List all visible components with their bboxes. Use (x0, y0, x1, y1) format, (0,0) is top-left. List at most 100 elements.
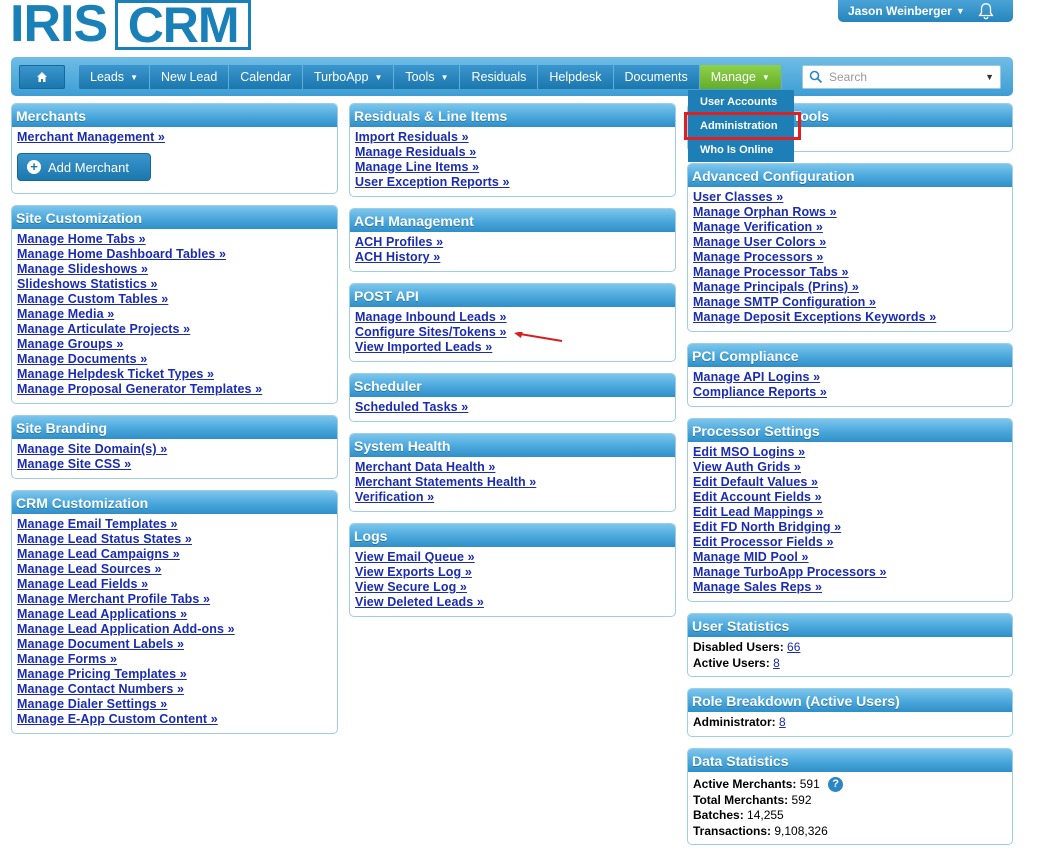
link-manage-smtp-configuration[interactable]: Manage SMTP Configuration » (693, 295, 1007, 310)
link-view-deleted-leads[interactable]: View Deleted Leads » (355, 595, 670, 610)
link-list: User Classes » Manage Orphan Rows » Manage… (688, 187, 1012, 325)
link-manage-processor-tabs[interactable]: Manage Processor Tabs » (693, 265, 1007, 280)
link-manage-site-css[interactable]: Manage Site CSS » (17, 457, 332, 472)
link-manage-pricing-templates[interactable]: Manage Pricing Templates » (17, 667, 332, 682)
nav-item-label: Manage (710, 70, 756, 84)
link-manage-merchant-profile-tabs[interactable]: Manage Merchant Profile Tabs » (17, 592, 332, 607)
link-manage-custom-tables[interactable]: Manage Custom Tables » (17, 292, 332, 307)
link-manage-turboapp-processors[interactable]: Manage TurboApp Processors » (693, 565, 1007, 580)
link-view-email-queue[interactable]: View Email Queue » (355, 550, 670, 565)
panel-crm-customization: CRM Customization Manage Email Templates… (11, 490, 338, 734)
active-users-link[interactable]: 8 (773, 656, 780, 670)
home-icon (37, 72, 47, 82)
nav-item-label: Documents (624, 70, 688, 84)
link-manage-articulate-projects[interactable]: Manage Articulate Projects » (17, 322, 332, 337)
link-manage-home-tabs[interactable]: Manage Home Tabs » (17, 232, 332, 247)
nav-item-documents[interactable]: Documents (613, 65, 700, 89)
link-manage-slideshows[interactable]: Manage Slideshows » (17, 262, 332, 277)
link-edit-account-fields[interactable]: Edit Account Fields » (693, 490, 1007, 505)
link-view-secure-log[interactable]: View Secure Log » (355, 580, 670, 595)
search-input[interactable]: Search ▼ (802, 65, 1001, 89)
link-manage-lead-campaigns[interactable]: Manage Lead Campaigns » (17, 547, 332, 562)
panel-pci-compliance: PCI Compliance Manage API Logins » Compli… (687, 343, 1013, 407)
link-manage-e-app-custom-content[interactable]: Manage E-App Custom Content » (17, 712, 332, 727)
nav-item-calendar[interactable]: Calendar (229, 65, 304, 89)
link-manage-inbound-leads[interactable]: Manage Inbound Leads » (355, 310, 670, 325)
nav-item-residuals[interactable]: Residuals (460, 65, 539, 89)
nav-item-new-lead[interactable]: New Lead (149, 65, 230, 89)
link-manage-helpdesk-ticket-types[interactable]: Manage Helpdesk Ticket Types » (17, 367, 332, 382)
link-manage-lead-fields[interactable]: Manage Lead Fields » (17, 577, 332, 592)
link-list: Manage Email Templates » Manage Lead Stat… (12, 514, 337, 727)
nav-item-manage[interactable]: Manage ▼ (699, 65, 782, 89)
disabled-users-link[interactable]: 66 (787, 640, 800, 654)
link-manage-orphan-rows[interactable]: Manage Orphan Rows » (693, 205, 1007, 220)
link-scheduled-tasks[interactable]: Scheduled Tasks » (355, 400, 670, 415)
link-import-residuals[interactable]: Import Residuals » (355, 130, 670, 145)
help-icon[interactable]: ? (828, 777, 844, 793)
link-merchant-management[interactable]: Merchant Management » (17, 130, 332, 145)
link-manage-document-labels[interactable]: Manage Document Labels » (17, 637, 332, 652)
link-view-auth-grids[interactable]: View Auth Grids » (693, 460, 1007, 475)
link-ach-history[interactable]: ACH History » (355, 250, 670, 265)
link-edit-processor-fields[interactable]: Edit Processor Fields » (693, 535, 1007, 550)
add-merchant-button[interactable]: + Add Merchant (17, 153, 151, 181)
link-manage-documents[interactable]: Manage Documents » (17, 352, 332, 367)
panel-title: Data Statistics (688, 749, 1012, 772)
link-edit-fd-north-bridging[interactable]: Edit FD North Bridging » (693, 520, 1007, 535)
link-manage-verification[interactable]: Manage Verification » (693, 220, 1007, 235)
link-manage-email-templates[interactable]: Manage Email Templates » (17, 517, 332, 532)
nav-item-turboapp[interactable]: TurboApp ▼ (303, 65, 395, 89)
nav-item-label: New Lead (160, 70, 218, 84)
panel-merchants: Merchants Merchant Management » + Add Me… (11, 103, 338, 194)
bell-icon[interactable] (977, 2, 995, 20)
link-manage-contact-numbers[interactable]: Manage Contact Numbers » (17, 682, 332, 697)
link-manage-proposal-generator-templates[interactable]: Manage Proposal Generator Templates » (17, 382, 332, 397)
link-merchant-data-health[interactable]: Merchant Data Health » (355, 460, 670, 475)
link-manage-mid-pool[interactable]: Manage MID Pool » (693, 550, 1007, 565)
link-manage-media[interactable]: Manage Media » (17, 307, 332, 322)
menu-item-user-accounts[interactable]: User Accounts (688, 90, 794, 114)
menu-item-who-is-online[interactable]: Who Is Online (688, 138, 794, 162)
stat-value: 592 (791, 792, 812, 807)
chevron-down-icon[interactable]: ▼ (985, 72, 994, 82)
stat-transactions: Transactions: 9,108,326 (693, 824, 1007, 840)
link-edit-default-values[interactable]: Edit Default Values » (693, 475, 1007, 490)
link-manage-lead-status-states[interactable]: Manage Lead Status States » (17, 532, 332, 547)
link-manage-forms[interactable]: Manage Forms » (17, 652, 332, 667)
stat-disabled-users: Disabled Users: 66 (693, 640, 1007, 656)
link-manage-lead-application-add-ons[interactable]: Manage Lead Application Add-ons » (17, 622, 332, 637)
link-manage-sales-reps[interactable]: Manage Sales Reps » (693, 580, 1007, 595)
user-menu[interactable]: Jason Weinberger ▼ (838, 0, 1013, 22)
home-button[interactable] (19, 65, 65, 89)
panel-title: CRM Customization (12, 491, 337, 514)
link-manage-processors[interactable]: Manage Processors » (693, 250, 1007, 265)
link-user-classes[interactable]: User Classes » (693, 190, 1007, 205)
administrator-count-link[interactable]: 8 (779, 715, 786, 729)
nav-item-leads[interactable]: Leads ▼ (79, 65, 150, 89)
link-verification[interactable]: Verification » (355, 490, 670, 505)
link-edit-mso-logins[interactable]: Edit MSO Logins » (693, 445, 1007, 460)
link-manage-groups[interactable]: Manage Groups » (17, 337, 332, 352)
link-manage-api-logins[interactable]: Manage API Logins » (693, 370, 1007, 385)
link-manage-line-items[interactable]: Manage Line Items » (355, 160, 670, 175)
link-slideshows-statistics[interactable]: Slideshows Statistics » (17, 277, 332, 292)
link-manage-principals-prins[interactable]: Manage Principals (Prins) » (693, 280, 1007, 295)
iris-crm-logo[interactable]: IRIS CRM (10, 0, 252, 50)
nav-item-tools[interactable]: Tools ▼ (394, 65, 461, 89)
link-user-exception-reports[interactable]: User Exception Reports » (355, 175, 670, 190)
link-edit-lead-mappings[interactable]: Edit Lead Mappings » (693, 505, 1007, 520)
link-manage-dialer-settings[interactable]: Manage Dialer Settings » (17, 697, 332, 712)
link-merchant-statements-health[interactable]: Merchant Statements Health » (355, 475, 670, 490)
link-manage-user-colors[interactable]: Manage User Colors » (693, 235, 1007, 250)
link-view-exports-log[interactable]: View Exports Log » (355, 565, 670, 580)
link-manage-lead-sources[interactable]: Manage Lead Sources » (17, 562, 332, 577)
link-manage-site-domain-s[interactable]: Manage Site Domain(s) » (17, 442, 332, 457)
link-manage-residuals[interactable]: Manage Residuals » (355, 145, 670, 160)
link-manage-lead-applications[interactable]: Manage Lead Applications » (17, 607, 332, 622)
link-ach-profiles[interactable]: ACH Profiles » (355, 235, 670, 250)
link-manage-deposit-exceptions-keywords[interactable]: Manage Deposit Exceptions Keywords » (693, 310, 1007, 325)
nav-item-helpdesk[interactable]: Helpdesk (538, 65, 614, 89)
link-manage-home-dashboard-tables[interactable]: Manage Home Dashboard Tables » (17, 247, 332, 262)
link-compliance-reports[interactable]: Compliance Reports » (693, 385, 1007, 400)
